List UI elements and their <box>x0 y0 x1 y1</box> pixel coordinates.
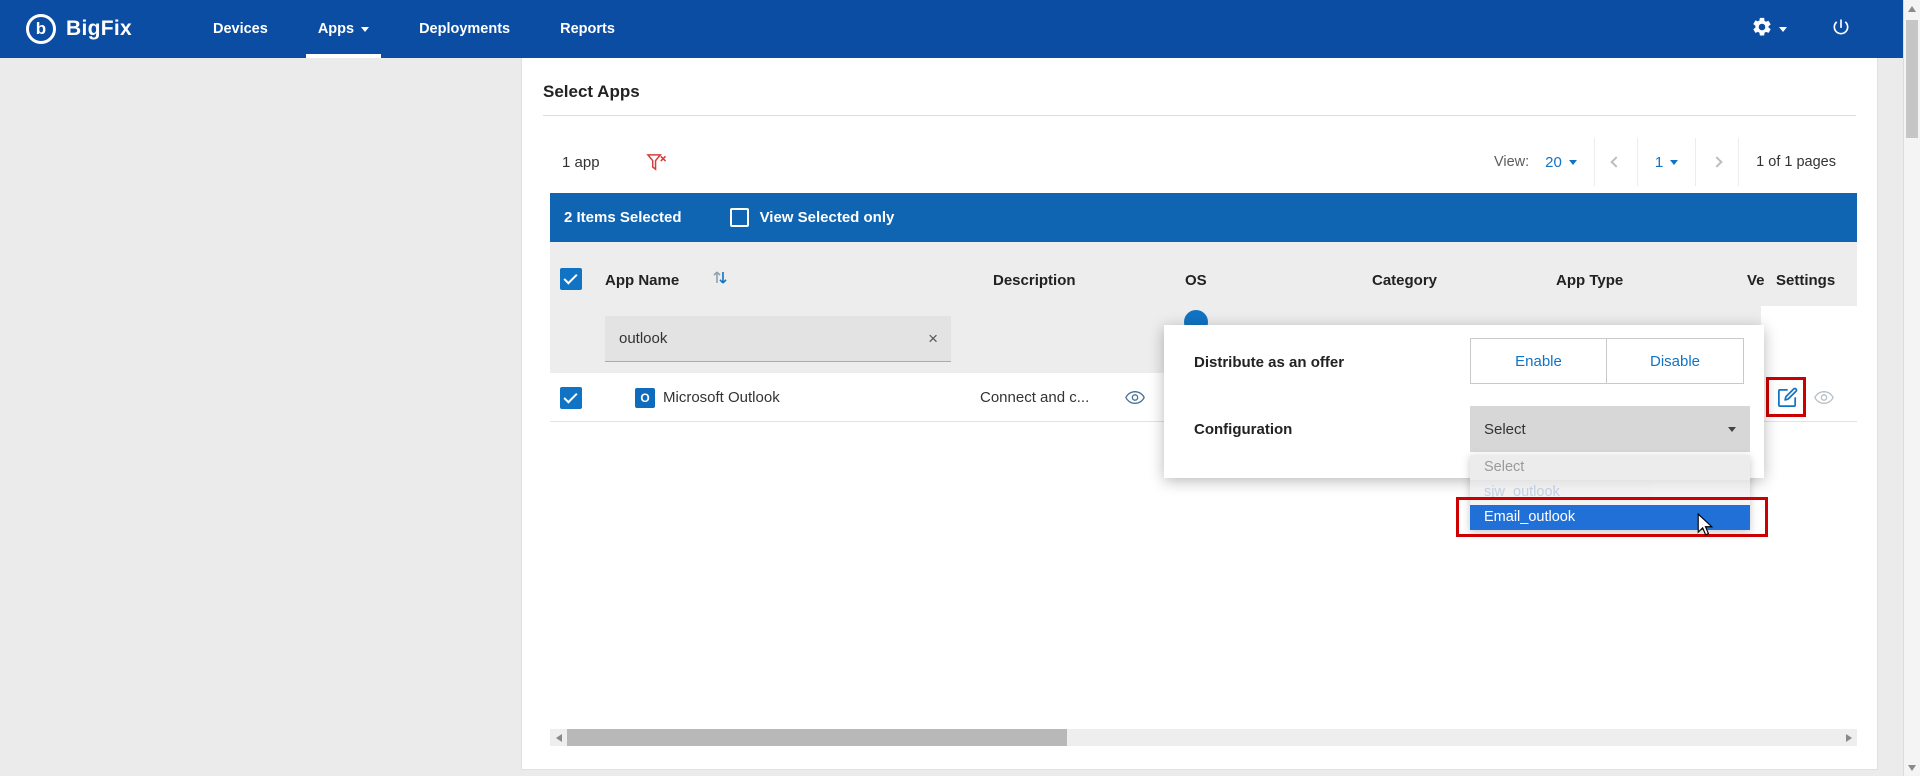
gear-icon <box>1751 16 1773 43</box>
select-apps-panel: Select Apps 1 app View: 20 1 1 of <box>521 58 1878 770</box>
page-vertical-scrollbar[interactable] <box>1903 0 1920 776</box>
divider <box>543 115 1856 116</box>
column-header-category: Category <box>1372 272 1437 289</box>
bigfix-brand[interactable]: b BigFix <box>26 14 132 44</box>
configuration-dropdown-value: Select <box>1484 421 1526 438</box>
brand-name: BigFix <box>66 17 132 41</box>
column-header-app-name[interactable]: App Name <box>605 272 679 289</box>
enable-button[interactable]: Enable <box>1470 338 1607 384</box>
page-size-dropdown[interactable]: 20 <box>1545 154 1577 171</box>
logout-button[interactable] <box>1831 17 1851 42</box>
column-header-version: Ve <box>1747 272 1771 289</box>
nav-label: Reports <box>560 21 615 37</box>
chevron-down-icon <box>1569 160 1577 165</box>
page-title: Select Apps <box>543 82 640 102</box>
scroll-right-icon[interactable] <box>1840 729 1857 746</box>
configuration-label: Configuration <box>1194 421 1292 438</box>
distribute-toggle-group: Enable Disable <box>1470 338 1744 384</box>
settings-column-background <box>1761 306 1857 373</box>
page-number-dropdown[interactable]: 1 <box>1637 138 1695 186</box>
main-nav: Devices Apps Deployments Reports <box>188 0 640 58</box>
disable-button[interactable]: Disable <box>1607 338 1744 384</box>
pages-label: 1 of 1 pages <box>1738 138 1853 186</box>
column-header-app-type: App Type <box>1556 272 1623 289</box>
power-icon <box>1831 17 1851 42</box>
nav-item-deployments[interactable]: Deployments <box>394 0 535 58</box>
distribute-offer-label: Distribute as an offer <box>1194 354 1344 371</box>
chevron-down-icon <box>1728 427 1736 432</box>
next-page-button[interactable] <box>1695 138 1738 186</box>
app-settings-popup: Distribute as an offer Enable Disable Co… <box>1164 325 1764 478</box>
annotation-box-email-outlook <box>1456 497 1768 537</box>
horizontal-scroll-track[interactable] <box>567 729 1840 746</box>
table-horizontal-scrollbar[interactable] <box>550 729 1857 746</box>
logo-letter: b <box>36 19 46 39</box>
nav-item-devices[interactable]: Devices <box>188 0 293 58</box>
annotation-box-edit-icon <box>1766 377 1806 417</box>
column-header-description: Description <box>993 272 1076 289</box>
app-count-label: 1 app <box>550 154 600 171</box>
scroll-up-icon[interactable] <box>1904 0 1920 17</box>
clear-search-icon[interactable]: × <box>915 329 951 349</box>
nav-label: Devices <box>213 21 268 37</box>
outlook-app-icon: O <box>635 388 655 408</box>
view-settings-icon[interactable] <box>1814 390 1834 405</box>
page-size-value: 20 <box>1545 154 1562 171</box>
description-cell: Connect and c... <box>980 389 1089 406</box>
bigfix-logo-icon: b <box>26 14 56 44</box>
pagination-controls: View: 20 1 1 of 1 pages <box>1477 138 1853 186</box>
page-number-value: 1 <box>1655 154 1663 171</box>
column-header-settings: Settings <box>1776 272 1835 289</box>
view-label: View: <box>1494 154 1529 170</box>
nav-label: Apps <box>318 21 354 37</box>
chevron-left-icon <box>1610 156 1621 167</box>
view-selected-checkbox[interactable] <box>730 208 749 227</box>
chevron-right-icon <box>1712 156 1723 167</box>
nav-item-apps[interactable]: Apps <box>293 0 394 58</box>
vertical-scroll-thumb[interactable] <box>1906 20 1918 138</box>
horizontal-scroll-thumb[interactable] <box>567 729 1067 746</box>
app-name-filter-input[interactable] <box>605 316 915 361</box>
configuration-dropdown[interactable]: Select <box>1470 406 1750 452</box>
top-navigation: b BigFix Devices Apps Deployments Report… <box>0 0 1903 58</box>
nav-item-reports[interactable]: Reports <box>535 0 640 58</box>
select-all-checkbox[interactable] <box>560 268 582 290</box>
table-toolbar: 1 app View: 20 1 1 of 1 pages <box>550 138 1853 186</box>
chevron-down-icon <box>361 27 369 32</box>
column-header-os: OS <box>1185 272 1207 289</box>
scroll-down-icon[interactable] <box>1904 759 1920 776</box>
app-name-filter: × <box>605 316 951 362</box>
selection-bar: 2 Items Selected View Selected only <box>550 193 1857 242</box>
app-name-cell: Microsoft Outlook <box>663 389 780 406</box>
clear-filter-icon[interactable] <box>646 153 667 172</box>
settings-gear-menu[interactable] <box>1751 16 1787 43</box>
view-size-segment: View: 20 <box>1477 138 1594 186</box>
chevron-down-icon <box>1779 27 1787 32</box>
view-selected-label: View Selected only <box>760 209 895 226</box>
scroll-left-icon[interactable] <box>550 729 567 746</box>
mouse-cursor <box>1697 513 1714 543</box>
nav-label: Deployments <box>419 21 510 37</box>
view-description-icon[interactable] <box>1125 390 1145 410</box>
option-select[interactable]: Select <box>1470 455 1750 480</box>
chevron-down-icon <box>1670 160 1678 165</box>
nav-right-icons <box>1751 16 1851 43</box>
outlook-letter: O <box>640 391 649 405</box>
prev-page-button[interactable] <box>1594 138 1637 186</box>
row-checkbox[interactable] <box>560 387 582 409</box>
sort-icon[interactable] <box>712 268 728 292</box>
selected-count-label: 2 Items Selected <box>564 209 682 226</box>
